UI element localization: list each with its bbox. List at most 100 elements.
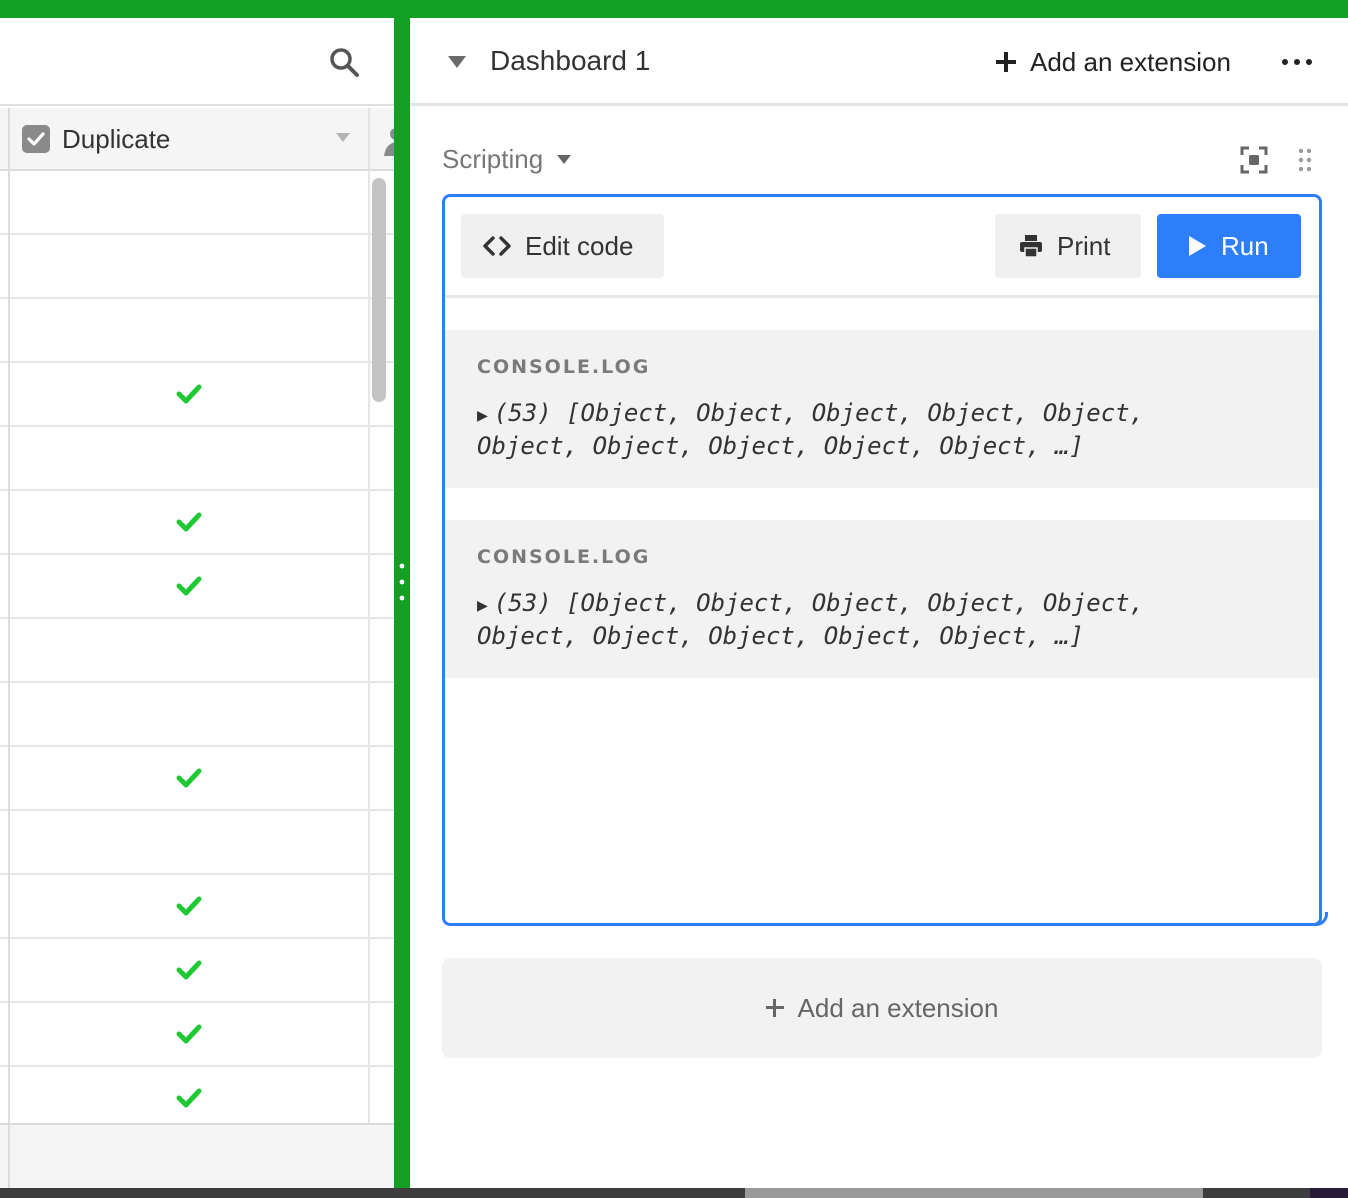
code-icon [483, 236, 511, 256]
row-border [368, 811, 370, 875]
search-icon[interactable] [328, 46, 360, 78]
console-entry: CONSOLE.LOG ▶ (53) [Object, Object, Objec… [445, 330, 1319, 488]
grid-rows [0, 171, 394, 1131]
more-horizontal-icon[interactable] [1282, 52, 1312, 72]
bottom-strip-segment [1310, 1188, 1348, 1198]
checkbox-field-icon [22, 125, 50, 153]
pane-resize-handle[interactable] [394, 0, 410, 1190]
checkmark-icon[interactable] [176, 1023, 202, 1045]
column-divider [368, 108, 370, 169]
user-field-icon [384, 128, 394, 156]
dashboard-title[interactable]: Dashboard 1 [490, 45, 650, 77]
table-row[interactable] [0, 299, 394, 363]
row-border [8, 299, 10, 363]
row-border [8, 171, 10, 235]
console-text: (53) [Object, Object, Object, Object, Ob… [477, 589, 1145, 650]
row-border [8, 747, 10, 811]
checkmark-icon[interactable] [176, 959, 202, 981]
grid-column-header[interactable]: Duplicate [0, 108, 394, 171]
print-button[interactable]: Print [995, 214, 1141, 278]
column-title: Duplicate [62, 124, 171, 154]
grid-pane: Duplicate [0, 18, 394, 1188]
checkmark-icon[interactable] [176, 383, 202, 405]
plus-icon [765, 999, 784, 1017]
table-row[interactable] [0, 939, 394, 1003]
row-border [368, 1003, 370, 1067]
play-icon [1189, 236, 1206, 256]
checkmark-icon[interactable] [176, 1087, 202, 1109]
extension-resize-handle[interactable] [1314, 912, 1328, 926]
column-menu-caret-icon[interactable] [336, 133, 350, 142]
table-row[interactable] [0, 427, 394, 491]
row-border [368, 1067, 370, 1131]
dashboard-collapse-caret-icon[interactable] [448, 56, 466, 68]
table-row[interactable] [0, 683, 394, 747]
table-row[interactable] [0, 619, 394, 683]
table-row[interactable] [0, 235, 394, 299]
table-row[interactable] [0, 811, 394, 875]
table-row[interactable] [0, 363, 394, 427]
console-label: CONSOLE.LOG [477, 546, 651, 568]
row-border [368, 939, 370, 1003]
table-row[interactable] [0, 1067, 394, 1131]
row-border [8, 1067, 10, 1131]
plus-icon [996, 52, 1016, 72]
table-row[interactable] [0, 555, 394, 619]
checkmark-icon[interactable] [176, 511, 202, 533]
table-row[interactable] [0, 491, 394, 555]
table-row[interactable] [0, 875, 394, 939]
grid-scrollbar[interactable] [372, 178, 386, 402]
row-border [8, 491, 10, 555]
row-border [368, 555, 370, 619]
table-row[interactable] [0, 747, 394, 811]
checkmark-icon[interactable] [176, 767, 202, 789]
row-border [8, 235, 10, 299]
row-border [8, 427, 10, 491]
grid-footer [0, 1123, 394, 1188]
print-label: Print [1057, 230, 1111, 261]
row-border [368, 235, 370, 299]
row-border [368, 491, 370, 555]
checkmark-icon[interactable] [176, 895, 202, 917]
add-extension-label: Add an extension [797, 992, 999, 1023]
checkmark-icon[interactable] [176, 575, 202, 597]
chevron-down-icon [557, 155, 572, 164]
run-label: Run [1221, 230, 1269, 261]
expand-triangle-icon[interactable]: ▶ [477, 405, 488, 426]
console-text: (53) [Object, Object, Object, Object, Ob… [477, 399, 1145, 460]
column-border [8, 1125, 10, 1188]
row-border [8, 683, 10, 747]
extension-name-dropdown[interactable]: Scripting [442, 144, 572, 175]
table-row[interactable] [0, 1003, 394, 1067]
column-border [8, 108, 10, 169]
extension-toolbar: Edit code Print Run [445, 197, 1319, 298]
row-border [368, 171, 370, 235]
row-border [8, 363, 10, 427]
console-entry: CONSOLE.LOG ▶ (53) [Object, Object, Objec… [445, 520, 1319, 678]
row-border [368, 427, 370, 491]
table-row[interactable] [0, 171, 394, 235]
resize-grip-icon [399, 563, 405, 601]
expand-triangle-icon[interactable]: ▶ [477, 595, 488, 616]
drag-handle-icon[interactable] [1298, 148, 1312, 172]
top-accent-bar [0, 0, 1348, 18]
add-extension-button[interactable]: Add an extension [996, 44, 1231, 80]
console-output[interactable]: ▶ (53) [Object, Object, Object, Object, O… [477, 588, 1237, 652]
extension-name: Scripting [442, 144, 544, 174]
console-output[interactable]: ▶ (53) [Object, Object, Object, Object, O… [477, 398, 1237, 462]
add-extension-placeholder-button[interactable]: Add an extension [442, 958, 1322, 1058]
row-border [8, 1003, 10, 1067]
scripting-extension: Edit code Print Run CONSOLE.LOG ▶ (53) [O… [442, 194, 1322, 926]
fullscreen-icon[interactable] [1240, 146, 1268, 174]
row-border [368, 363, 370, 427]
row-border [8, 875, 10, 939]
row-border [368, 683, 370, 747]
row-border [8, 619, 10, 683]
run-button[interactable]: Run [1157, 214, 1301, 278]
printer-icon [1020, 235, 1042, 258]
row-border [368, 747, 370, 811]
edit-code-button[interactable]: Edit code [461, 214, 664, 278]
grid-toolbar [0, 18, 394, 106]
row-border [368, 875, 370, 939]
row-border [8, 555, 10, 619]
